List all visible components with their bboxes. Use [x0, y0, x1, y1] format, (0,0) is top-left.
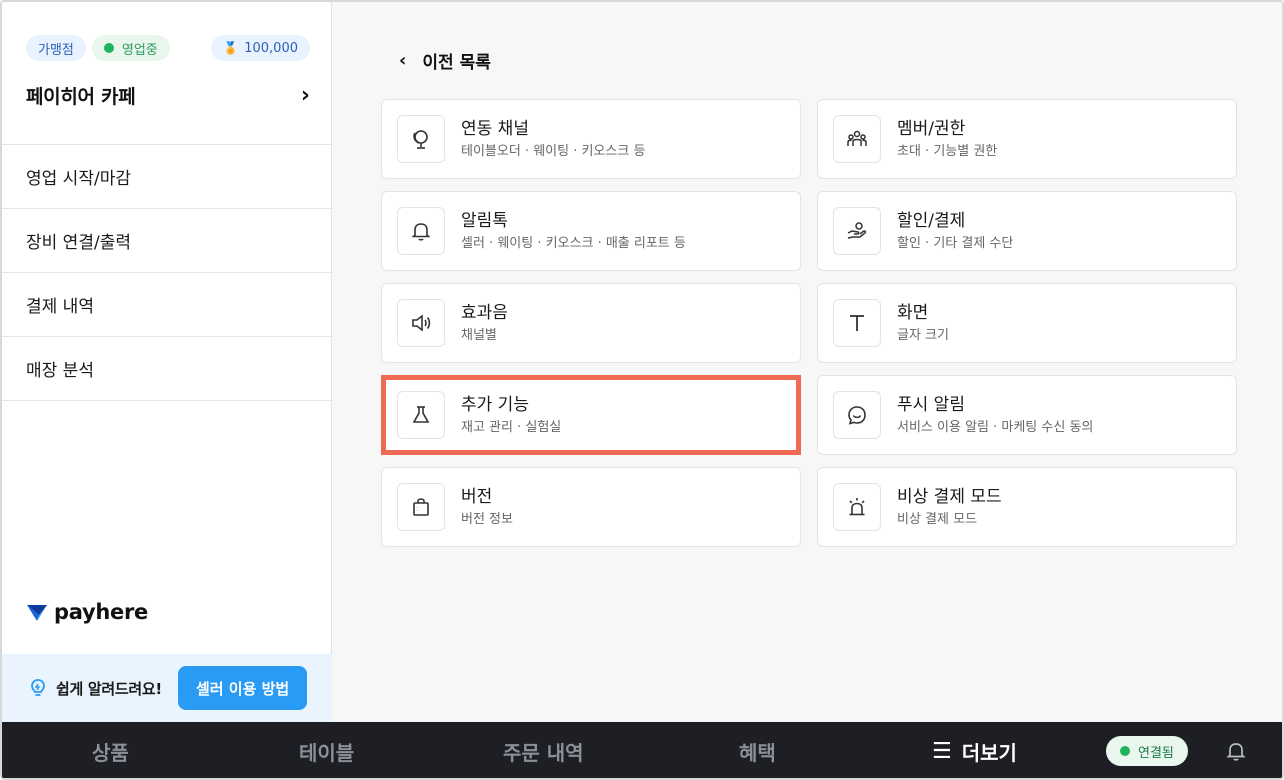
card-subtitle: 재고 관리 · 실험실 — [461, 419, 562, 435]
card-title: 할인/결제 — [897, 210, 966, 231]
chat-smile-icon — [833, 391, 881, 439]
flask-icon — [397, 391, 445, 439]
nav-more-label: 더보기 — [961, 740, 1017, 765]
sidebar-item-analytics[interactable]: 매장 분석 — [2, 337, 332, 401]
notification-bell-icon[interactable] — [1224, 739, 1248, 763]
nav-benefits[interactable]: 혜택 — [739, 722, 776, 778]
siren-icon — [833, 483, 881, 531]
sidebar-item-devices[interactable]: 장비 연결/출력 — [2, 209, 332, 273]
card-title: 효과음 — [461, 302, 508, 323]
bag-icon — [397, 483, 445, 531]
card-display[interactable]: 화면 글자 크기 — [817, 283, 1237, 363]
card-title: 푸시 알림 — [897, 394, 965, 415]
globe-icon — [397, 115, 445, 163]
members-icon — [833, 115, 881, 163]
card-push[interactable]: 푸시 알림 서비스 이용 알림 · 마케팅 수신 동의 — [817, 375, 1237, 455]
lightbulb-icon — [31, 679, 45, 696]
text-icon — [833, 299, 881, 347]
store-status-label: 영업중 — [121, 42, 158, 58]
nav-tables[interactable]: 테이블 — [299, 722, 354, 778]
card-texts: 알림톡 셀러 · 웨이팅 · 키오스크 · 매출 리포트 등 — [461, 210, 686, 253]
hamburger-menu-icon: ☰ — [932, 738, 952, 764]
card-texts: 화면 글자 크기 — [897, 302, 949, 345]
card-title: 화면 — [897, 302, 929, 323]
store-type-badge: 가맹점 — [26, 35, 86, 61]
nav-products[interactable]: 상품 — [92, 722, 129, 778]
app-frame: 가맹점 영업중 🏅 100,000 페이히어 카페 › 영업 시작/마감 장비 … — [0, 0, 1284, 780]
card-texts: 버전 버전 정보 — [461, 486, 513, 529]
card-title: 추가 기능 — [461, 394, 529, 415]
card-channels[interactable]: 연동 채널 테이블오더 · 웨이팅 · 키오스크 등 — [381, 99, 801, 179]
speaker-icon — [397, 299, 445, 347]
card-subtitle: 버전 정보 — [461, 511, 513, 527]
logo-text: payhere — [54, 600, 148, 624]
card-title: 비상 결제 모드 — [897, 486, 1002, 507]
connection-label: 연결됨 — [1138, 745, 1174, 761]
card-discount-payment[interactable]: 할인/결제 할인 · 기타 결제 수단 — [817, 191, 1237, 271]
card-texts: 효과음 채널별 — [461, 302, 508, 345]
card-subtitle: 초대 · 기능별 권한 — [897, 143, 998, 159]
card-version[interactable]: 버전 버전 정보 — [381, 467, 801, 547]
hand-coin-icon — [833, 207, 881, 255]
card-title: 연동 채널 — [461, 118, 529, 139]
chevron-right-icon: › — [300, 83, 310, 108]
card-texts: 추가 기능 재고 관리 · 실험실 — [461, 394, 561, 437]
bell-icon — [397, 207, 445, 255]
status-dot-icon — [1120, 746, 1130, 756]
card-subtitle: 글자 크기 — [897, 327, 949, 343]
sidebar-menu: 영업 시작/마감 장비 연결/출력 결제 내역 매장 분석 — [2, 144, 332, 401]
sidebar-item-payments[interactable]: 결제 내역 — [2, 273, 332, 337]
back-link[interactable]: ‹ 이전 목록 — [399, 46, 491, 74]
main-content: ‹ 이전 목록 연동 채널 테이블오더 · 웨이팅 · 키오스크 등 멤버/권한… — [333, 2, 1282, 722]
payhere-logo: payhere — [26, 600, 148, 624]
card-title: 알림톡 — [461, 210, 508, 231]
status-dot-icon — [103, 43, 114, 53]
store-selector[interactable]: 페이히어 카페 › — [26, 82, 310, 109]
card-subtitle: 채널별 — [461, 327, 497, 343]
points-value: 100,000 — [244, 40, 298, 56]
back-label: 이전 목록 — [422, 52, 491, 73]
card-subtitle: 테이블오더 · 웨이팅 · 키오스크 등 — [461, 143, 646, 159]
card-texts: 할인/결제 할인 · 기타 결제 수단 — [897, 210, 1013, 253]
card-members[interactable]: 멤버/권한 초대 · 기능별 권한 — [817, 99, 1237, 179]
card-subtitle: 셀러 · 웨이팅 · 키오스크 · 매출 리포트 등 — [461, 235, 686, 251]
points-badge[interactable]: 🏅 100,000 — [211, 35, 310, 61]
card-sound[interactable]: 효과음 채널별 — [381, 283, 801, 363]
help-bar: 쉽게 알려드려요! 셀러 이용 방법 — [2, 654, 332, 722]
badge-row: 가맹점 영업중 🏅 100,000 — [26, 34, 310, 62]
nav-more[interactable]: ☰ 더보기 — [932, 722, 1017, 778]
card-texts: 푸시 알림 서비스 이용 알림 · 마케팅 수신 동의 — [897, 394, 1093, 437]
card-subtitle: 할인 · 기타 결제 수단 — [897, 235, 1014, 251]
card-alimtalk[interactable]: 알림톡 셀러 · 웨이팅 · 키오스크 · 매출 리포트 등 — [381, 191, 801, 271]
card-subtitle: 서비스 이용 알림 · 마케팅 수신 동의 — [897, 419, 1094, 435]
seller-guide-button[interactable]: 셀러 이용 방법 — [177, 666, 308, 710]
card-title: 멤버/권한 — [897, 118, 966, 139]
card-extra-features[interactable]: 추가 기능 재고 관리 · 실험실 — [381, 375, 801, 455]
card-texts: 비상 결제 모드 비상 결제 모드 — [897, 486, 1002, 529]
chevron-left-icon: ‹ — [399, 49, 407, 71]
payhere-logo-icon — [27, 605, 47, 621]
connection-status-badge: 연결됨 — [1106, 736, 1188, 766]
card-subtitle: 비상 결제 모드 — [897, 511, 978, 527]
sidebar: 가맹점 영업중 🏅 100,000 페이히어 카페 › 영업 시작/마감 장비 … — [2, 2, 332, 722]
medal-icon: 🏅 — [223, 41, 239, 55]
sidebar-item-open-close[interactable]: 영업 시작/마감 — [2, 145, 332, 209]
settings-grid: 연동 채널 테이블오더 · 웨이팅 · 키오스크 등 멤버/권한 초대 · 기능… — [381, 99, 1237, 547]
store-status-badge: 영업중 — [91, 35, 170, 61]
card-emergency-mode[interactable]: 비상 결제 모드 비상 결제 모드 — [817, 467, 1237, 547]
bottom-nav: 상품 테이블 주문 내역 혜택 ☰ 더보기 연결됨 — [2, 722, 1282, 778]
store-header: 가맹점 영업중 🏅 100,000 페이히어 카페 › — [26, 34, 310, 109]
nav-orders[interactable]: 주문 내역 — [503, 722, 584, 778]
store-name: 페이히어 카페 — [26, 86, 136, 108]
card-texts: 멤버/권한 초대 · 기능별 권한 — [897, 118, 997, 161]
card-texts: 연동 채널 테이블오더 · 웨이팅 · 키오스크 등 — [461, 118, 645, 161]
card-title: 버전 — [461, 486, 493, 507]
help-text: 쉽게 알려드려요! — [56, 679, 162, 698]
